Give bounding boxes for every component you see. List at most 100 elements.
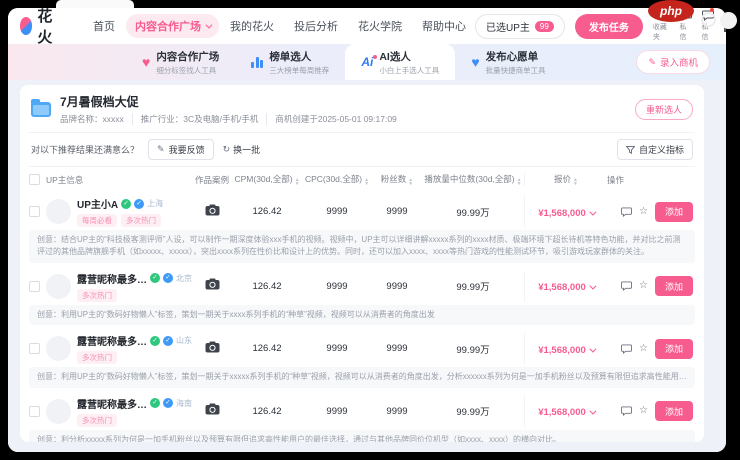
level-badge-icon: ✓ [150, 398, 160, 409]
row-checkbox[interactable] [29, 206, 40, 217]
feedback-question: 对以下推荐结果还满意么？ [31, 145, 140, 155]
col-cpc[interactable]: CPC(30d,全部) [302, 173, 372, 186]
table-row[interactable]: 露营昵称最多最多十... ✓ ✓ 海南 多次热门 126.42 9999 999… [29, 392, 695, 430]
nav-item-content-marketplace[interactable]: 内容合作广场 [126, 14, 220, 38]
nav-item-help-center[interactable]: 帮助中心 [413, 14, 475, 38]
up-name[interactable]: 露营昵称最多最多十... [77, 271, 147, 286]
row-checkbox[interactable] [29, 405, 40, 417]
tab-title: AI选人 [379, 50, 411, 63]
favorite-star-button[interactable]: ☆ [639, 206, 648, 217]
row-checkbox[interactable] [29, 280, 40, 292]
table-row[interactable]: UP主小A ✓ ✓ 上海 每周必看 多次热门 126.42 9999 9999 … [29, 192, 695, 230]
col-cpc-label: CPC(30d,全部) [304, 174, 363, 184]
tab-subtitle: 批量快捷商单工具 [485, 65, 546, 75]
cpc-value: 9999 [326, 280, 348, 292]
price-value: ¥1,568,000 [538, 407, 586, 419]
cpc-value: 9999 [326, 343, 348, 355]
filter-icon [625, 145, 635, 154]
publish-task-button[interactable]: 发布任务 [574, 13, 643, 39]
heart-icon: ♥ [142, 54, 151, 70]
bar-chart-icon [251, 56, 264, 68]
cpm-value: 126.42 [252, 405, 282, 417]
huahuo-logo-icon [20, 17, 33, 35]
tab-wishlist[interactable]: ♥ 发布心愿单 批量快捷商单工具 [455, 44, 561, 80]
favorites-label: 收藏夹 [652, 24, 667, 41]
up-tag: 多次热门 [77, 351, 117, 365]
chevron-down-icon [589, 282, 597, 290]
verified-badge-icon: ✓ [163, 335, 173, 346]
nav-item-academy[interactable]: 花火学院 [349, 14, 411, 38]
nav-items: 首页 内容合作广场 我的花火 投后分析 花火学院 帮助中心 [84, 14, 475, 38]
reselect-button[interactable]: 重新选人 [634, 98, 693, 120]
brand-name-value: 品牌名称：xxxxx [60, 114, 124, 124]
up-tag: 多次热门 [77, 288, 117, 302]
select-all-checkbox[interactable] [29, 174, 40, 185]
price-dropdown[interactable]: ¥1,568,000 [538, 282, 597, 293]
refresh-batch-button[interactable]: ↻ 换一批 [223, 143, 261, 156]
folder-icon [31, 98, 51, 117]
tab-ranking-picker[interactable]: 榜单选人 三大榜单每周推荐 [235, 44, 345, 80]
camera-icon[interactable] [205, 204, 220, 216]
custom-metrics-button[interactable]: 自定义指标 [616, 139, 693, 160]
camera-icon[interactable] [205, 341, 220, 353]
favorite-star-button[interactable]: ☆ [639, 281, 648, 291]
nav-item-post-analysis[interactable]: 投后分析 [285, 14, 347, 38]
avatar[interactable] [46, 199, 71, 224]
add-button[interactable]: 添加 [654, 401, 693, 422]
comment-button[interactable] [621, 206, 632, 217]
refresh-icon: ↻ [222, 144, 231, 154]
nav-item-my-huahuo[interactable]: 我的花火 [221, 14, 283, 38]
avatar[interactable] [46, 398, 71, 424]
up-name[interactable]: UP主小A [77, 196, 118, 211]
col-fans[interactable]: 粉丝数 [372, 173, 422, 186]
camera-icon[interactable] [205, 403, 220, 415]
comment-button[interactable] [621, 281, 632, 292]
up-location: 上海 [147, 199, 164, 208]
give-feedback-button[interactable]: ✎ 我要反馈 [148, 139, 214, 160]
up-location: 海南 [176, 398, 192, 408]
campaign-title: 7月暑假档大促 [60, 95, 139, 109]
brand[interactable]: 花火 [20, 8, 58, 47]
favorite-star-button[interactable]: ☆ [639, 406, 648, 416]
price-dropdown[interactable]: ¥1,568,000 [538, 207, 597, 219]
nav-item-home[interactable]: 首页 [84, 14, 124, 38]
heart-icon: ♥ [471, 54, 480, 70]
col-fans-label: 粉丝数 [380, 174, 407, 184]
idea-text: 创意：利用UP主的“数码好物懒人”标签，策划一期关于xxxxx系列手机的“种草”… [29, 367, 695, 388]
tab-ai-picker[interactable]: Ai AI选人 小白上手选人工具 [345, 44, 456, 80]
add-button[interactable]: 添加 [654, 338, 693, 359]
cpc-value: 9999 [326, 405, 348, 417]
price-dropdown[interactable]: ¥1,568,000 [538, 345, 597, 356]
tab-content-marketplace[interactable]: ♥ 内容合作广场 细分标签找人工具 [126, 44, 235, 80]
fans-value: 9999 [386, 405, 408, 417]
price-value: ¥1,568,000 [538, 207, 586, 219]
record-opportunity-button[interactable]: ✎ 录入商机 [636, 50, 710, 74]
avatar[interactable] [46, 273, 71, 299]
row-checkbox[interactable] [29, 343, 40, 355]
selected-up-button[interactable]: 已选UP主 99 [475, 13, 565, 39]
col-price[interactable]: 报价 [525, 173, 607, 186]
add-button[interactable]: 添加 [654, 201, 693, 222]
table-row[interactable]: 露营昵称最多最多十... ✓ ✓ 北京 多次热门 126.42 9999 999… [29, 267, 695, 305]
add-button[interactable]: 添加 [654, 276, 693, 297]
watermark-circle-icon [701, 12, 716, 27]
pencil-icon: ✎ [648, 56, 656, 67]
chevron-down-icon [589, 208, 597, 216]
up-name[interactable]: 露营昵称最多最多十... [77, 396, 147, 411]
top-navbar: 花火 首页 内容合作广场 我的花火 投后分析 花火学院 帮助中心 已选UP主 9… [8, 8, 726, 47]
sort-icon [295, 178, 300, 186]
col-cpm[interactable]: CPM(30d,全部) [232, 173, 302, 186]
play-median-value: 99.99万 [456, 282, 490, 294]
table-row[interactable]: 露营昵称最多最多十... ✓ ✓ 山东 多次热门 126.42 9999 999… [29, 329, 695, 367]
avatar[interactable] [46, 336, 71, 362]
camera-icon[interactable] [205, 278, 220, 290]
col-play-median[interactable]: 播放量中位数(30d,全部) [422, 173, 524, 186]
price-dropdown[interactable]: ¥1,568,000 [538, 407, 597, 419]
up-name[interactable]: 露营昵称最多最多十... [77, 333, 147, 348]
favorite-star-button[interactable]: ☆ [639, 343, 648, 354]
tab-subtitle: 细分标签找人工具 [156, 65, 217, 75]
comment-button[interactable] [621, 344, 632, 354]
col-up-info: UP主信息 [46, 174, 84, 185]
col-play-label: 播放量中位数(30d,全部) [424, 174, 515, 184]
comment-button[interactable] [621, 406, 632, 417]
